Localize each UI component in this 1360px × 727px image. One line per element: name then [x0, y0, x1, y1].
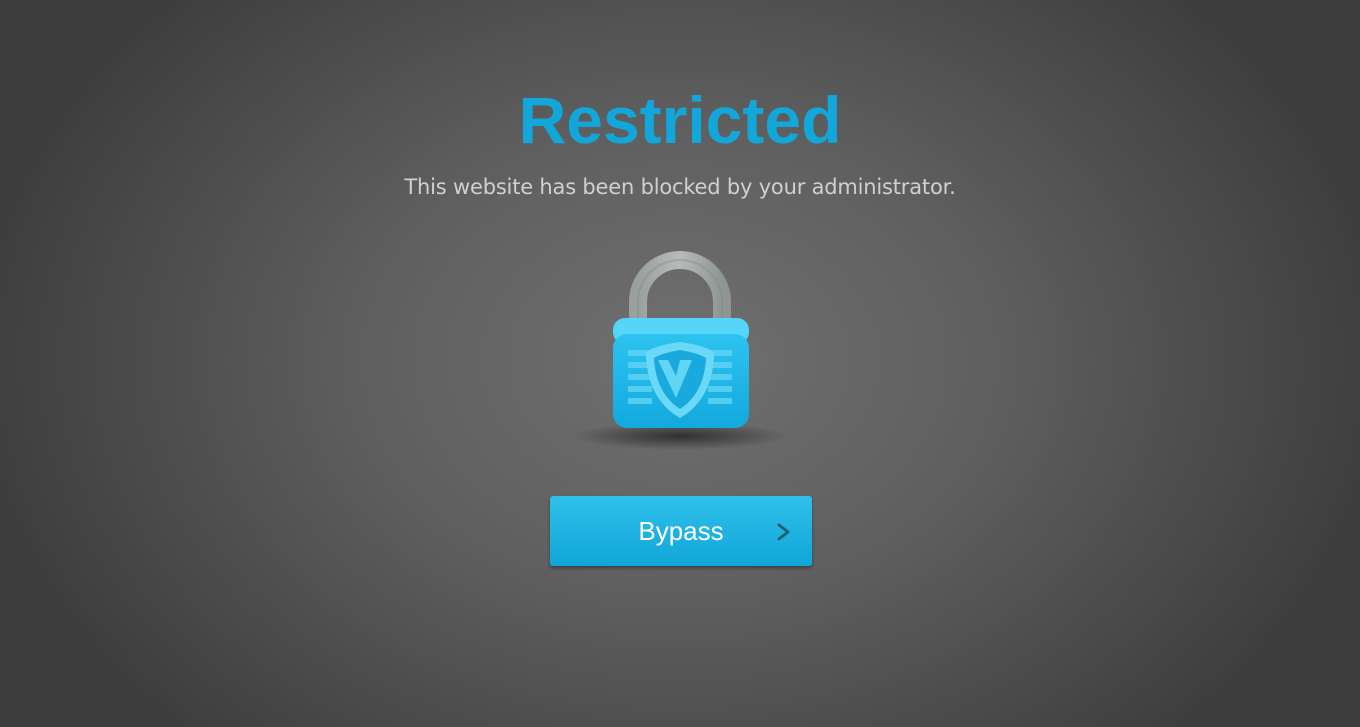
page-title: Restricted	[518, 83, 842, 157]
bypass-button[interactable]: Bypass	[550, 496, 812, 566]
padlock-shield-icon	[560, 248, 800, 458]
bypass-button-label: Bypass	[638, 516, 724, 546]
chevron-right-icon	[774, 520, 794, 544]
blocked-message: This website has been blocked by your ad…	[404, 175, 956, 199]
